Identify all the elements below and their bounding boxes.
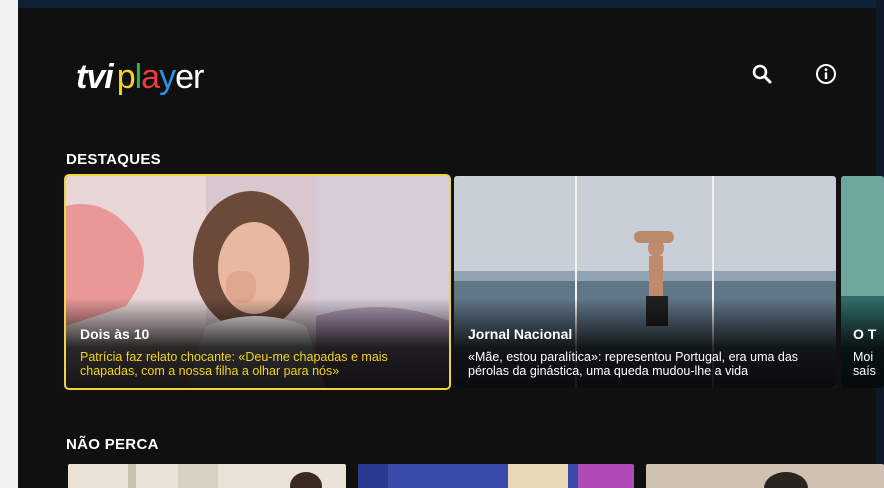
card-thumbnail — [358, 464, 634, 488]
card-thumbnail — [68, 464, 346, 488]
top-strip — [18, 0, 884, 8]
info-icon — [816, 64, 836, 84]
card-thumbnail — [646, 464, 884, 488]
nao-perca-card[interactable] — [646, 464, 884, 488]
search-button[interactable] — [750, 62, 774, 86]
tv-screen: tvi p l a y e r DESTAQUES Dois às 10 Pat… — [18, 0, 884, 488]
card-title: O T — [853, 326, 877, 342]
card-description: «Mãe, estou paralítica»: representou Por… — [468, 350, 799, 378]
logo-letter: p — [116, 58, 136, 96]
card-title: Dois às 10 — [80, 326, 150, 342]
logo-letter: r — [193, 58, 204, 96]
featured-card-jornal-nacional[interactable]: Jornal Nacional «Mãe, estou paralítica»:… — [454, 176, 836, 388]
section-title-destaques: DESTAQUES — [66, 151, 161, 168]
featured-card-partial[interactable]: O T Moi saís — [841, 176, 884, 388]
card-description: Moi saís — [853, 350, 876, 378]
card-description: Patrícia faz relato chocante: «Deu-me ch… — [80, 350, 388, 378]
search-icon — [752, 64, 772, 84]
section-title-nao-perca: NÃO PERCA — [66, 436, 159, 453]
tvi-player-logo: tvi p l a y e r — [76, 58, 204, 104]
info-button[interactable] — [814, 62, 838, 86]
logo-letter: e — [175, 58, 194, 96]
logo-letter: a — [141, 58, 160, 96]
nao-perca-card[interactable] — [358, 464, 634, 488]
nao-perca-card[interactable] — [68, 464, 346, 488]
logo-tvi: tvi — [76, 58, 114, 96]
logo-letter: y — [159, 58, 176, 96]
card-title: Jornal Nacional — [468, 326, 573, 342]
featured-card-dois-as-10[interactable]: Dois às 10 Patrícia faz relato chocante:… — [64, 174, 451, 390]
